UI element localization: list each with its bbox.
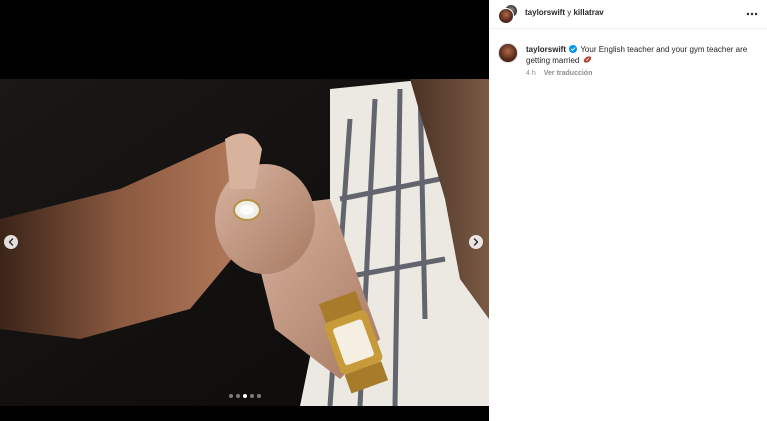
caption-meta: 4 h Ver traducción [526, 68, 760, 79]
post-side-pane: taylorswift y killatrav taylorswift Your… [489, 0, 767, 421]
author-link-primary[interactable]: taylorswift [525, 8, 565, 17]
post-timestamp[interactable]: 4 h [526, 70, 536, 77]
caption-username[interactable]: taylorswift [526, 45, 566, 54]
next-slide-button[interactable] [469, 235, 483, 249]
previous-slide-button[interactable] [4, 235, 18, 249]
carousel-dot [228, 394, 233, 398]
carousel-dot [242, 394, 247, 398]
media-pane [0, 0, 489, 421]
avatar[interactable] [498, 43, 518, 63]
football-emoji-icon [583, 56, 591, 63]
carousel-dot [249, 394, 254, 398]
more-options-button[interactable] [745, 7, 759, 21]
carousel-dots [0, 394, 489, 398]
author-link-secondary[interactable]: killatrav [573, 8, 603, 17]
chevron-left-icon [8, 238, 14, 246]
more-horizontal-icon [746, 12, 758, 16]
post-photo[interactable] [0, 79, 489, 406]
see-translation-button[interactable]: Ver traducción [544, 70, 593, 77]
verified-badge-icon [569, 45, 578, 53]
post-header: taylorswift y killatrav [489, 0, 767, 29]
avatar [498, 8, 514, 24]
carousel-dot [235, 394, 240, 398]
carousel-dot [256, 394, 261, 398]
chevron-right-icon [473, 238, 479, 246]
caption-body: taylorswift Your English teacher and you… [526, 44, 760, 79]
photo-hands-ring [0, 79, 489, 406]
collab-avatars[interactable] [498, 4, 518, 24]
post-authors: taylorswift y killatrav [525, 8, 604, 17]
